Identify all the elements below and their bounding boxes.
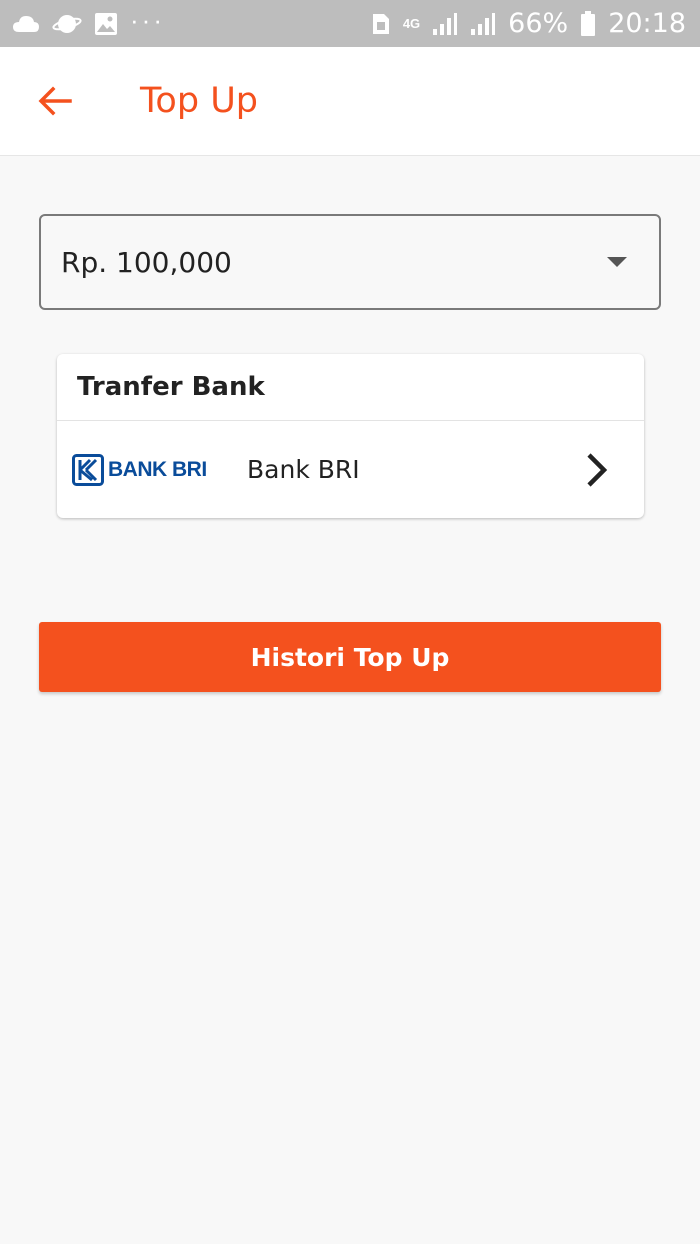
status-bar-right: 4G 66% 20:18 bbox=[371, 8, 686, 39]
back-button[interactable] bbox=[27, 73, 83, 129]
cloud-icon bbox=[12, 14, 40, 34]
status-bar: ··· 4G 66% 20:18 bbox=[0, 0, 700, 47]
network-type: 4G bbox=[402, 16, 421, 31]
amount-selected-value: Rp. 100,000 bbox=[61, 245, 232, 279]
card-title: Tranfer Bank bbox=[77, 372, 265, 402]
planet-icon bbox=[52, 11, 82, 37]
bank-transfer-card: Tranfer Bank BANK BRI Bank BRI bbox=[57, 354, 644, 518]
battery-icon bbox=[580, 10, 596, 37]
status-bar-left: ··· bbox=[12, 7, 165, 37]
battery-percent: 66% bbox=[508, 8, 569, 39]
bri-logo-icon bbox=[72, 453, 104, 486]
bri-logo: BANK BRI bbox=[72, 453, 232, 486]
history-top-up-button[interactable]: Histori Top Up bbox=[39, 622, 661, 692]
signal-icon bbox=[470, 12, 496, 36]
bri-logo-text: BANK BRI bbox=[108, 457, 207, 481]
sim-icon bbox=[371, 12, 391, 36]
image-icon bbox=[94, 12, 118, 36]
chevron-right-icon bbox=[587, 453, 608, 487]
amount-dropdown[interactable]: Rp. 100,000 bbox=[39, 214, 661, 310]
card-header: Tranfer Bank bbox=[57, 354, 644, 421]
signal-icon bbox=[432, 12, 458, 36]
page-title: Top Up bbox=[140, 81, 259, 121]
arrow-left-icon bbox=[38, 86, 72, 116]
dropdown-caret-icon bbox=[607, 257, 627, 267]
bank-item-bri[interactable]: BANK BRI Bank BRI bbox=[57, 421, 644, 518]
bank-name: Bank BRI bbox=[247, 455, 360, 484]
clock: 20:18 bbox=[608, 8, 686, 39]
more-icon: ··· bbox=[130, 4, 165, 35]
app-bar: Top Up bbox=[0, 47, 700, 156]
